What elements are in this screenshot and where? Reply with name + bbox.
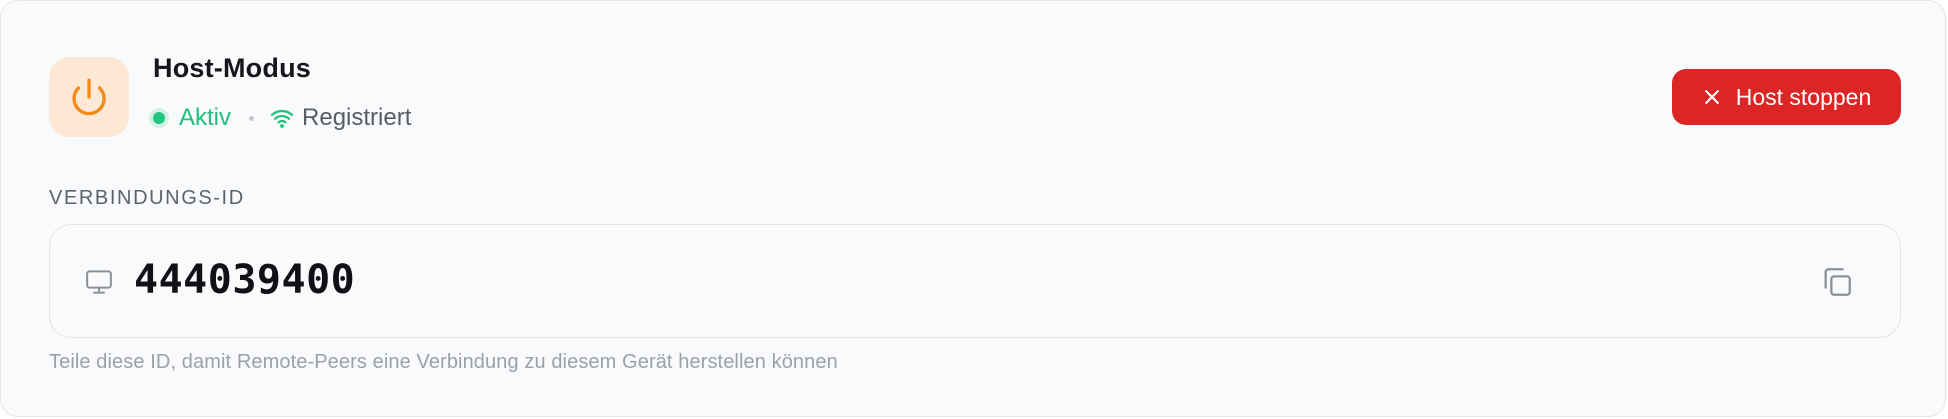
status-dot — [153, 112, 165, 124]
power-icon — [72, 78, 106, 116]
monitor-icon — [86, 270, 112, 294]
host-mode-card: Host-Modus Aktiv Registriert Host stoppe… — [0, 0, 1946, 417]
power-icon-tile — [49, 57, 129, 137]
wifi-icon — [270, 106, 294, 130]
stop-host-button[interactable]: Host stoppen — [1672, 69, 1901, 125]
stop-host-label: Host stoppen — [1735, 83, 1872, 110]
status-active-label: Aktiv — [179, 104, 232, 131]
copy-icon — [1824, 268, 1851, 296]
connection-id-box: 444039400 — [49, 224, 1901, 338]
connection-id-value[interactable]: 444039400 — [134, 252, 355, 308]
connection-id-helper-text: Teile diese ID, damit Remote-Peers eine … — [49, 351, 838, 373]
status-row: Aktiv Registriert — [151, 102, 411, 134]
status-registered-label: Registriert — [302, 104, 412, 131]
host-mode-title: Host-Modus — [153, 53, 311, 83]
close-icon — [1704, 90, 1719, 104]
separator-dot — [249, 115, 255, 121]
copy-id-button[interactable] — [1818, 263, 1856, 301]
connection-id-label: VERBINDUNGS-ID — [49, 187, 245, 209]
